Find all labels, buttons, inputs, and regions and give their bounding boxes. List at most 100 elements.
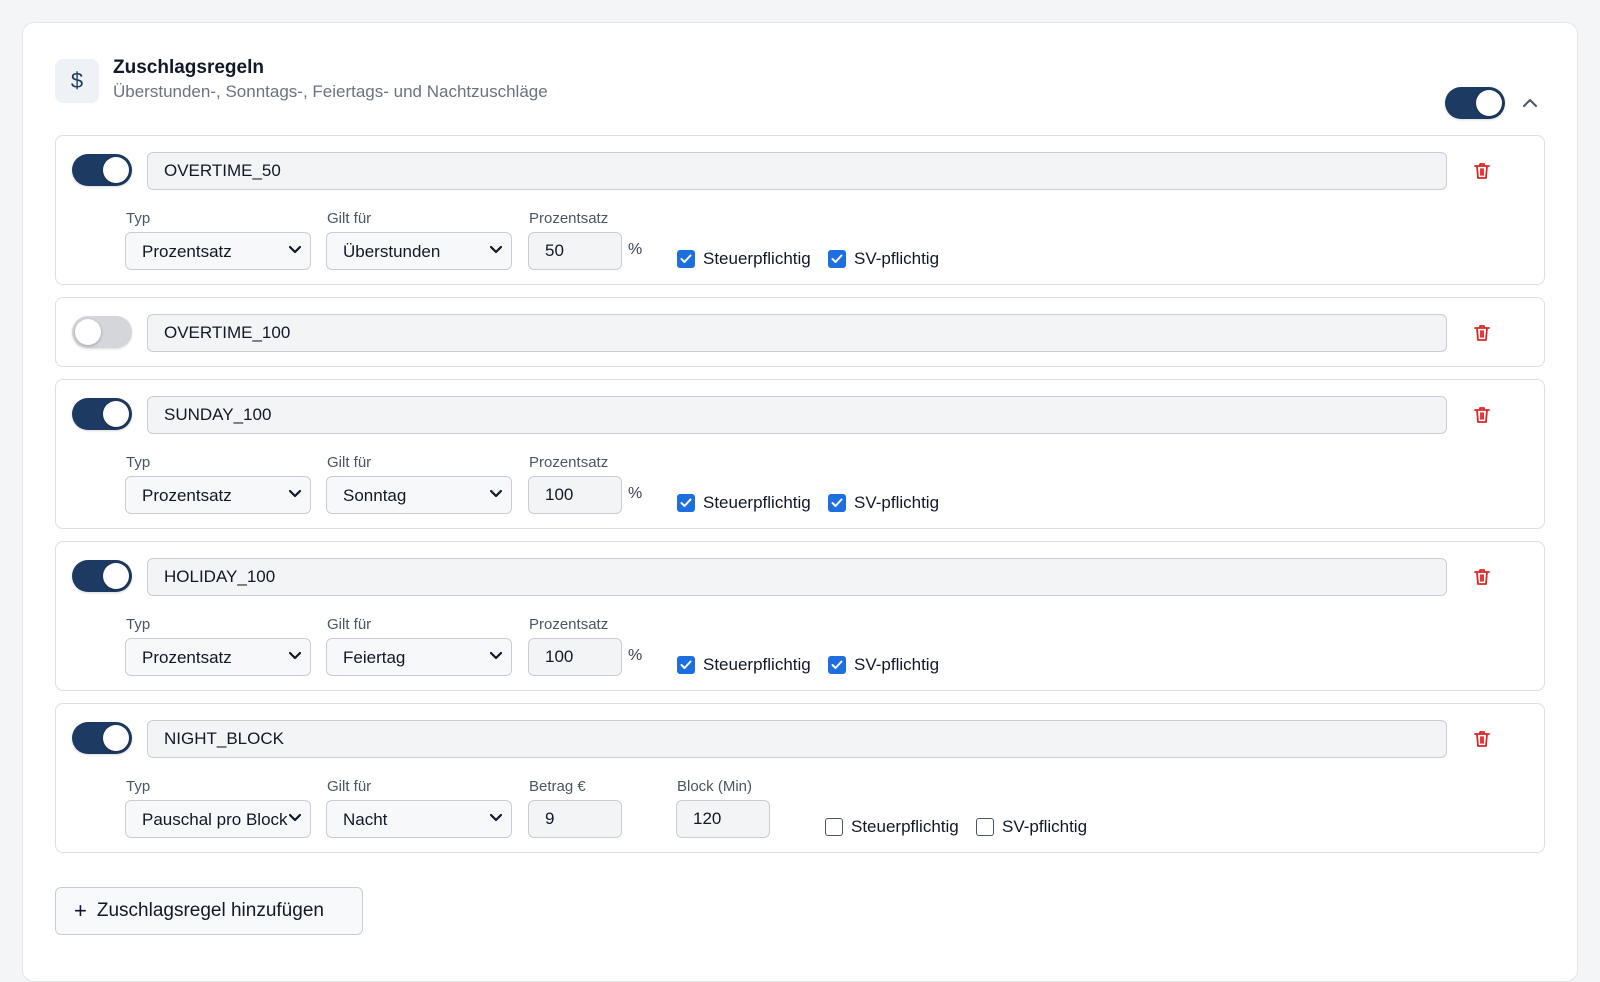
type-label: Typ — [126, 616, 151, 633]
rule-code-input[interactable] — [147, 720, 1447, 758]
section-enabled-toggle[interactable] — [1445, 87, 1505, 119]
percent-unit: % — [628, 485, 643, 502]
sv-checkbox[interactable]: SV-pflichtig — [828, 655, 939, 675]
toggle-knob — [103, 563, 129, 589]
applies-to-value: Überstunden — [343, 242, 441, 261]
checkbox-checked-icon — [677, 656, 695, 674]
section-title: Zuschlagsregeln — [113, 57, 264, 78]
type-value: Pauschal pro Block — [142, 810, 288, 829]
chevron-up-icon — [1523, 99, 1537, 107]
block-label: Block (Min) — [677, 778, 753, 795]
applies-to-select[interactable]: Sonntag — [326, 476, 512, 514]
rule-code-input[interactable] — [147, 152, 1447, 190]
amount-input[interactable] — [528, 800, 622, 838]
taxable-checkbox[interactable]: Steuerpflichtig — [825, 817, 959, 837]
sv-checkbox[interactable]: SV-pflichtig — [828, 493, 939, 513]
rule-enabled-toggle[interactable] — [72, 316, 132, 348]
plus-icon: + — [74, 898, 87, 923]
taxable-label: Steuerpflichtig — [703, 249, 811, 268]
taxable-label: Steuerpflichtig — [851, 817, 959, 836]
type-value: Prozentsatz — [142, 486, 232, 505]
type-select[interactable]: Prozentsatz — [125, 638, 311, 676]
taxable-checkbox[interactable]: Steuerpflichtig — [677, 493, 811, 513]
type-label: Typ — [126, 210, 151, 227]
checkbox-unchecked-icon — [976, 818, 994, 836]
type-label: Typ — [126, 454, 151, 471]
type-select[interactable]: Prozentsatz — [125, 476, 311, 514]
surcharge-rules-panel: $ Zuschlagsregeln Überstunden-, Sonntags… — [22, 22, 1578, 982]
block-minutes-input[interactable] — [676, 800, 770, 838]
type-select[interactable]: Prozentsatz — [125, 232, 311, 270]
percentage-input[interactable] — [528, 476, 622, 514]
toggle-knob — [75, 319, 101, 345]
amount-label: Betrag € — [529, 778, 586, 795]
rule-card-holiday-100: Typ Prozentsatz Gilt für Feiertag Prozen… — [55, 541, 1545, 691]
taxable-checkbox[interactable]: Steuerpflichtig — [677, 249, 811, 269]
type-value: Prozentsatz — [142, 648, 232, 667]
dollar-icon: $ — [55, 59, 99, 103]
applies-to-value: Feiertag — [343, 648, 406, 667]
type-label: Typ — [126, 778, 151, 795]
trash-icon[interactable] — [1471, 160, 1493, 182]
section-subtitle: Überstunden-, Sonntags-, Feiertags- und … — [113, 82, 548, 101]
toggle-knob — [1476, 90, 1502, 116]
trash-icon[interactable] — [1471, 728, 1493, 750]
toggle-knob — [103, 157, 129, 183]
add-surcharge-rule-button[interactable]: + Zuschlagsregel hinzufügen — [55, 887, 363, 935]
checkbox-checked-icon — [828, 494, 846, 512]
rule-code-input[interactable] — [147, 558, 1447, 596]
panel-header: $ Zuschlagsregeln Überstunden-, Sonntags… — [55, 57, 1545, 119]
checkbox-checked-icon — [677, 250, 695, 268]
rule-code-input[interactable] — [147, 314, 1447, 352]
percentage-label: Prozentsatz — [529, 616, 609, 633]
sv-label: SV-pflichtig — [1002, 817, 1088, 836]
sv-label: SV-pflichtig — [854, 249, 940, 268]
chevron-down-icon — [288, 651, 302, 660]
applies-to-select[interactable]: Überstunden — [326, 232, 512, 270]
chevron-down-icon — [489, 651, 503, 660]
rule-enabled-toggle[interactable] — [72, 398, 132, 430]
percentage-input[interactable] — [528, 232, 622, 270]
applies-to-label: Gilt für — [327, 778, 372, 795]
applies-to-label: Gilt für — [327, 454, 372, 471]
applies-to-label: Gilt für — [327, 616, 372, 633]
type-value: Prozentsatz — [142, 242, 232, 261]
checkbox-checked-icon — [828, 656, 846, 674]
checkbox-checked-icon — [828, 250, 846, 268]
percentage-label: Prozentsatz — [529, 210, 609, 227]
add-rule-label: Zuschlagsregel hinzufügen — [96, 900, 324, 921]
sv-label: SV-pflichtig — [854, 493, 940, 512]
percent-unit: % — [628, 647, 643, 664]
applies-to-select[interactable]: Feiertag — [326, 638, 512, 676]
trash-icon[interactable] — [1471, 322, 1493, 344]
percent-unit: % — [628, 241, 643, 258]
rule-card-night-block: Typ Pauschal pro Block Gilt für Nacht Be… — [55, 703, 1545, 853]
taxable-checkbox[interactable]: Steuerpflichtig — [677, 655, 811, 675]
taxable-label: Steuerpflichtig — [703, 493, 811, 512]
applies-to-value: Nacht — [343, 810, 388, 829]
taxable-label: Steuerpflichtig — [703, 655, 811, 674]
checkbox-unchecked-icon — [825, 818, 843, 836]
rule-card-overtime-100 — [55, 297, 1545, 367]
percentage-input[interactable] — [528, 638, 622, 676]
checkbox-checked-icon — [677, 494, 695, 512]
chevron-down-icon — [288, 245, 302, 254]
chevron-down-icon — [489, 813, 503, 822]
rule-code-input[interactable] — [147, 396, 1447, 434]
rule-enabled-toggle[interactable] — [72, 154, 132, 186]
chevron-down-icon — [489, 489, 503, 498]
rule-enabled-toggle[interactable] — [72, 722, 132, 754]
sv-checkbox[interactable]: SV-pflichtig — [976, 817, 1087, 837]
trash-icon[interactable] — [1471, 566, 1493, 588]
rule-card-overtime-50: Typ Prozentsatz Gilt für Überstunden Pro… — [55, 135, 1545, 285]
rule-card-sunday-100: Typ Prozentsatz Gilt für Sonntag Prozent… — [55, 379, 1545, 529]
type-select[interactable]: Pauschal pro Block — [125, 800, 311, 838]
chevron-down-icon — [288, 813, 302, 822]
chevron-down-icon — [489, 245, 503, 254]
sv-checkbox[interactable]: SV-pflichtig — [828, 249, 939, 269]
applies-to-select[interactable]: Nacht — [326, 800, 512, 838]
sv-label: SV-pflichtig — [854, 655, 940, 674]
trash-icon[interactable] — [1471, 404, 1493, 426]
collapse-button[interactable] — [1515, 87, 1545, 119]
rule-enabled-toggle[interactable] — [72, 560, 132, 592]
